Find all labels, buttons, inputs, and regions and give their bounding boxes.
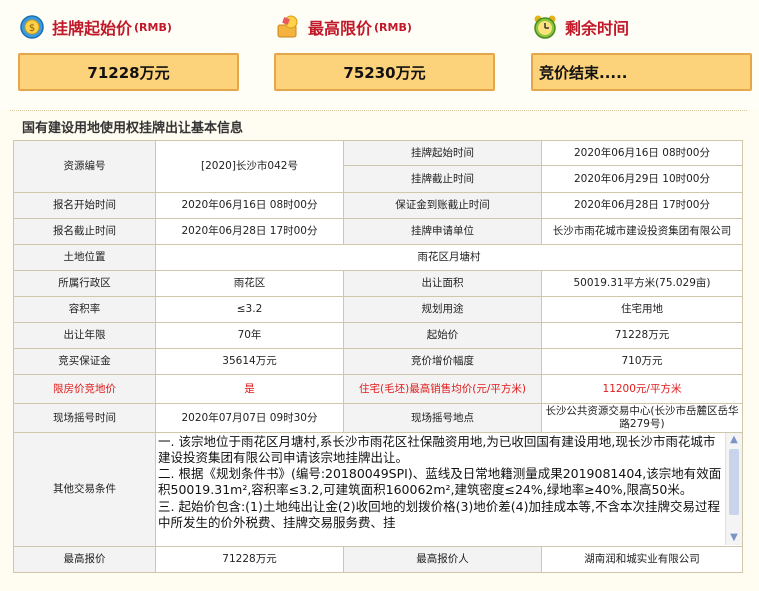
remaining-time-header: 剩余时间 [531, 12, 629, 42]
start-price-panel: $ 挂牌起始价 (RMB) 71228万元 [12, 0, 242, 110]
apply-end-label: 报名截止时间 [13, 218, 156, 245]
remaining-time-panel: 剩余时间 竞价结束..... [525, 0, 755, 110]
start-price-row-value: 71228万元 [541, 322, 743, 349]
scroll-up-icon[interactable]: ▲ [729, 435, 739, 445]
resource-no-label: 资源编号 [13, 140, 156, 193]
table-row: 报名截止时间 2020年06月28日 17时00分 挂牌申请单位 长沙市雨花城市… [13, 218, 743, 245]
table-row: 土地位置 雨花区月塘村 [13, 244, 743, 271]
lottery-place-value: 长沙公共资源交易中心(长沙市岳麓区岳华路279号) [541, 403, 743, 433]
start-price-header: $ 挂牌起始价 (RMB) [18, 12, 172, 42]
district-label: 所属行政区 [13, 270, 156, 297]
remaining-time-value: 竞价结束..... [531, 53, 752, 91]
section-title: 国有建设用地使用权挂牌出让基本信息 [22, 121, 244, 136]
area-value: 50019.31平方米(75.029亩) [541, 270, 743, 297]
max-bid-label: 最高报价 [13, 546, 156, 573]
lottery-place-label: 现场摇号地点 [343, 403, 542, 433]
table-row: 现场摇号时间 2020年07月07日 09时30分 现场摇号地点 长沙公共资源交… [13, 403, 743, 433]
table-row: 出让年限 70年 起始价 71228万元 [13, 322, 743, 349]
max-price-value: 75230万元 [274, 53, 495, 91]
increment-value: 710万元 [541, 348, 743, 375]
deposit-label: 竞买保证金 [13, 348, 156, 375]
other-conditions-text: 一. 该宗地位于雨花区月塘村,系长沙市雨花区社保融资用地,为已收回国有建设用地,… [157, 433, 742, 546]
usage-value: 住宅用地 [541, 296, 743, 323]
table-row: 其他交易条件 一. 该宗地位于雨花区月塘村,系长沙市雨花区社保融资用地,为已收回… [13, 432, 743, 547]
money-cycle-icon: $ [18, 13, 46, 41]
limit-label: 限房价竞地价 [13, 374, 156, 404]
deposit-deadline-label: 保证金到账截止时间 [343, 192, 542, 219]
far-value: ≤3.2 [155, 296, 344, 323]
start-price-value: 71228万元 [18, 53, 239, 91]
max-price-panel: 最高限价 (RMB) 75230万元 [268, 0, 498, 110]
lottery-time-value: 2020年07月07日 09时30分 [155, 403, 344, 433]
lottery-time-label: 现场摇号时间 [13, 403, 156, 433]
deposit-value: 35614万元 [155, 348, 344, 375]
table-row: 最高报价 71228万元 最高报价人 湖南润和城实业有限公司 [13, 546, 743, 573]
increment-label: 竞价增价幅度 [343, 348, 542, 375]
other-conditions-label: 其他交易条件 [13, 432, 156, 547]
apply-start-value: 2020年06月16日 08时00分 [155, 192, 344, 219]
listing-end-label: 挂牌截止时间 [343, 165, 542, 193]
start-price-label: 挂牌起始价 [52, 19, 133, 38]
district-value: 雨花区 [155, 270, 344, 297]
max-price-header: 最高限价 (RMB) [274, 12, 412, 42]
max-price-label: 最高限价 [308, 19, 373, 38]
other-condition-3: 三. 起始价包含:(1)土地纯出让金(2)收回地的划拨价格(3)地价差(4)加挂… [158, 498, 720, 530]
table-row: 容积率 ≤3.2 规划用途 住宅用地 [13, 296, 743, 323]
apply-end-value: 2020年06月28日 17时00分 [155, 218, 344, 245]
table-row: 报名开始时间 2020年06月16日 08时00分 保证金到账截止时间 2020… [13, 192, 743, 219]
applicant-value: 长沙市雨花城市建设投资集团有限公司 [541, 218, 743, 245]
resource-no-value: [2020]长沙市042号 [155, 140, 344, 193]
price-summary-bar: $ 挂牌起始价 (RMB) 71228万元 最高限价 (RMB) 75230万元 [0, 0, 759, 110]
max-bidder-label: 最高报价人 [343, 546, 542, 573]
remaining-time-label: 剩余时间 [565, 19, 630, 38]
alarm-clock-icon [531, 13, 559, 41]
start-price-unit: (RMB) [134, 20, 172, 34]
avg-price-value: 11200元/平方米 [541, 374, 743, 404]
vertical-scrollbar[interactable]: ▲ ▼ [725, 433, 742, 545]
other-conditions-box[interactable]: 一. 该宗地位于雨花区月塘村,系长沙市雨花区社保融资用地,为已收回国有建设用地,… [155, 432, 743, 547]
land-info-table: 资源编号 [2020]长沙市042号 挂牌起始时间 2020年06月16日 08… [13, 140, 743, 573]
scrollbar-thumb[interactable] [729, 449, 739, 515]
svg-text:$: $ [29, 23, 35, 34]
scroll-down-icon[interactable]: ▼ [729, 533, 739, 543]
max-bidder-value: 湖南润和城实业有限公司 [541, 546, 743, 573]
usage-label: 规划用途 [343, 296, 542, 323]
max-price-unit: (RMB) [374, 20, 412, 34]
section-header: 国有建设用地使用权挂牌出让基本信息 [10, 110, 747, 139]
table-row: 所属行政区 雨花区 出让面积 50019.31平方米(75.029亩) [13, 270, 743, 297]
listing-start-label: 挂牌起始时间 [343, 140, 542, 166]
term-label: 出让年限 [13, 322, 156, 349]
location-label: 土地位置 [13, 244, 156, 271]
far-label: 容积率 [13, 296, 156, 323]
other-condition-1: 一. 该宗地位于雨花区月塘村,系长沙市雨花区社保融资用地,为已收回国有建设用地,… [158, 433, 716, 465]
term-value: 70年 [155, 322, 344, 349]
listing-start-value: 2020年06月16日 08时00分 [541, 140, 743, 166]
table-row: 资源编号 [2020]长沙市042号 挂牌起始时间 2020年06月16日 08… [13, 140, 743, 193]
other-condition-2: 二. 根据《规划条件书》(编号:20180049SPI)、蓝线及日常地籍测量成果… [158, 466, 722, 498]
area-label: 出让面积 [343, 270, 542, 297]
avg-price-label: 住宅(毛坯)最高销售均价(元/平方米) [343, 374, 542, 404]
limit-value: 是 [155, 374, 344, 404]
apply-start-label: 报名开始时间 [13, 192, 156, 219]
table-row: 竞买保证金 35614万元 竞价增价幅度 710万元 [13, 348, 743, 375]
price-cap-icon [274, 13, 302, 41]
table-row: 限房价竞地价 是 住宅(毛坯)最高销售均价(元/平方米) 11200元/平方米 [13, 374, 743, 404]
listing-end-value: 2020年06月29日 10时00分 [541, 165, 743, 193]
max-bid-value: 71228万元 [155, 546, 344, 573]
start-price-row-label: 起始价 [343, 322, 542, 349]
location-value: 雨花区月塘村 [155, 244, 743, 271]
deposit-deadline-value: 2020年06月28日 17时00分 [541, 192, 743, 219]
applicant-label: 挂牌申请单位 [343, 218, 542, 245]
